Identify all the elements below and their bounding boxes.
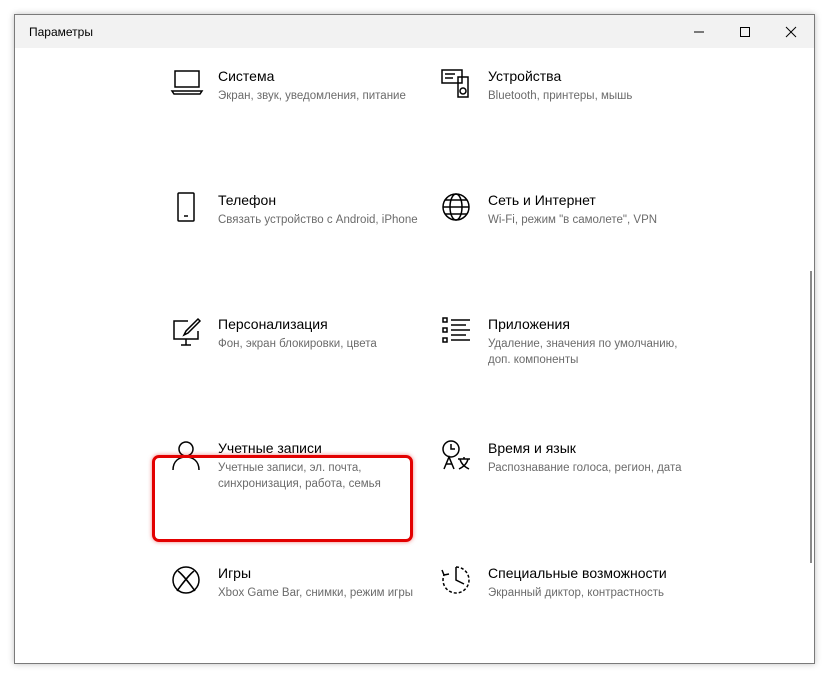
phone-icon (177, 192, 195, 222)
close-button[interactable] (768, 15, 814, 48)
minimize-button[interactable] (676, 15, 722, 48)
apps-list-icon (442, 317, 470, 343)
settings-grid: Система Экран, звук, уведомления, питани… (15, 48, 814, 663)
tile-time-language-label: Время и язык (488, 440, 576, 456)
close-icon (785, 26, 797, 37)
accounts-highlight-frame (152, 455, 413, 542)
tile-accessibility-label: Специальные возможности (488, 565, 667, 581)
settings-window: Параметры Система Экран, звук, уведомлен… (14, 14, 815, 664)
tile-apps-desc: Удаление, значения по умолчанию, доп. ко… (488, 338, 678, 366)
tile-phone-label: Телефон (218, 192, 277, 208)
tile-personalization-desc: Фон, экран блокировки, цвета (218, 338, 377, 350)
maximize-button[interactable] (722, 15, 768, 48)
personalization-icon (173, 317, 202, 346)
time-language-icon (442, 440, 470, 470)
tile-personalization-label: Персонализация (218, 316, 328, 332)
window-title: Параметры (29, 25, 93, 39)
minimize-icon (694, 31, 704, 32)
tile-gaming-label: Игры (218, 565, 252, 581)
tile-network-label: Сеть и Интернет (488, 192, 596, 208)
tile-system-label: Система (218, 68, 275, 84)
laptop-icon (170, 70, 204, 95)
tile-accounts-label: Учетные записи (218, 440, 322, 456)
tile-devices-label: Устройства (488, 68, 562, 84)
tile-system-desc: Экран, звук, уведомления, питание (218, 90, 406, 102)
tile-phone-desc: Связать устройство с Android, iPhone (218, 214, 418, 226)
tile-devices-desc: Bluetooth, принтеры, мышь (488, 90, 633, 102)
devices-icon (441, 69, 469, 98)
tile-apps-label: Приложения (488, 316, 570, 332)
title-bar: Параметры (15, 15, 814, 48)
tile-gaming-desc: Xbox Game Bar, снимки, режим игры (218, 587, 414, 599)
globe-icon (442, 193, 470, 221)
xbox-icon (172, 566, 200, 594)
scrollbar-thumb[interactable] (810, 271, 812, 563)
maximize-icon (740, 26, 750, 37)
accessibility-icon (441, 566, 470, 594)
tile-network-desc: Wi-Fi, режим "в самолете", VPN (488, 214, 658, 226)
tile-time-language-desc: Распознавание голоса, регион, дата (488, 462, 682, 474)
tile-accessibility-desc: Экранный диктор, контрастность (488, 587, 665, 599)
